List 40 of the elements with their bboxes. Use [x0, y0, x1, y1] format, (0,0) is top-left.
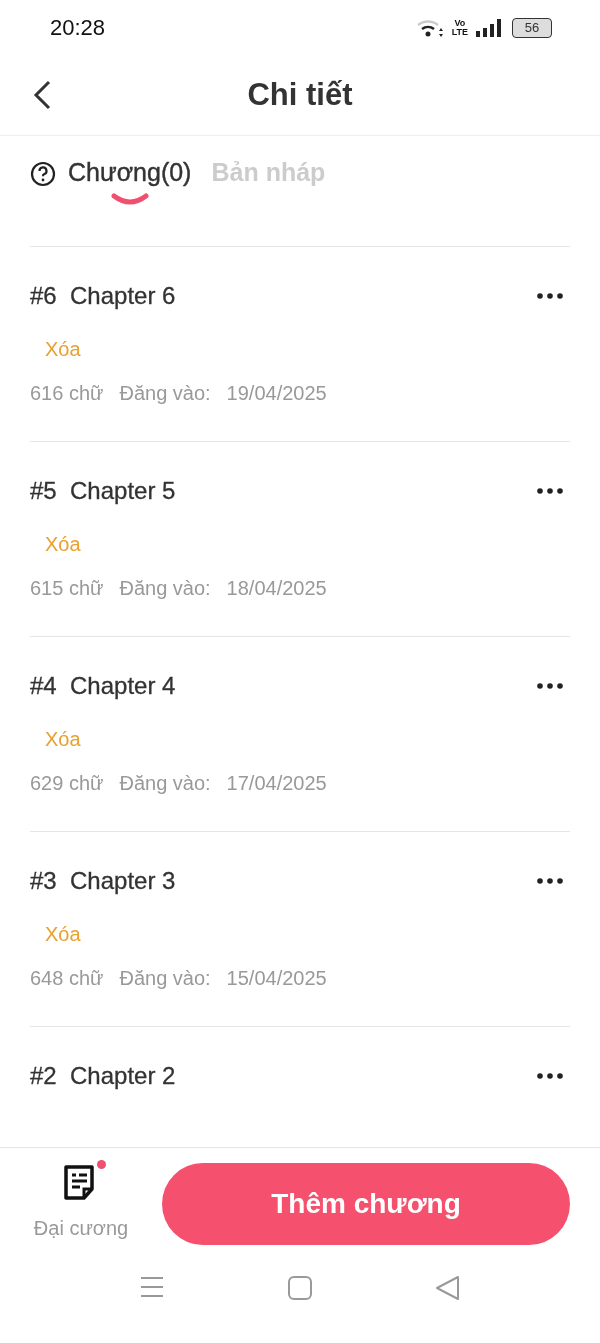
posted-label: Đăng vào:	[119, 382, 211, 405]
back-icon[interactable]	[32, 80, 52, 110]
more-icon[interactable]	[536, 682, 564, 690]
word-count: 648 chữ	[30, 967, 104, 990]
network-label: Vo LTE	[451, 18, 468, 37]
home-icon[interactable]	[287, 1275, 313, 1301]
word-count: 629 chữ	[30, 772, 104, 795]
chapter-title[interactable]: #4 Chapter 4	[30, 672, 176, 700]
battery-icon: 56	[512, 17, 552, 38]
chapter-title[interactable]: #2 Chapter 2	[30, 1062, 176, 1090]
back-nav-icon[interactable]	[435, 1275, 461, 1301]
more-icon[interactable]	[536, 877, 564, 885]
posted-date: 18/04/2025	[226, 577, 327, 600]
more-icon[interactable]	[536, 1072, 564, 1080]
tab-indicator	[110, 193, 149, 205]
posted-date: 15/04/2025	[226, 967, 327, 990]
more-icon[interactable]	[536, 292, 564, 300]
page-title: Chi tiết	[247, 77, 353, 113]
posted-label: Đăng vào:	[119, 577, 211, 600]
delete-link[interactable]: Xóa	[45, 338, 81, 361]
help-icon[interactable]	[30, 161, 56, 187]
delete-link[interactable]: Xóa	[45, 728, 81, 751]
tab[interactable]: Chương(0)	[68, 158, 192, 187]
delete-link[interactable]: Xóa	[45, 533, 81, 556]
posted-label: Đăng vào:	[119, 772, 211, 795]
posted-date: 17/04/2025	[226, 772, 327, 795]
posted-label: Đăng vào:	[119, 967, 211, 990]
chapter-title[interactable]: #6 Chapter 6	[30, 282, 176, 310]
word-count: 616 chữ	[30, 382, 104, 405]
delete-link[interactable]: Xóa	[45, 923, 81, 946]
outline-label[interactable]: Đại cương	[33, 1217, 129, 1240]
more-icon[interactable]	[536, 487, 564, 495]
word-count: 615 chữ	[30, 577, 104, 600]
status-time: 20:28	[50, 14, 106, 41]
chapter-title[interactable]: #5 Chapter 5	[30, 477, 176, 505]
chapter-title[interactable]: #3 Chapter 3	[30, 867, 176, 895]
menu-icon[interactable]	[139, 1275, 165, 1299]
posted-date: 19/04/2025	[226, 382, 327, 405]
add-chapter-button[interactable]: Thêm chương	[162, 1163, 570, 1245]
signal-icon	[476, 17, 504, 38]
